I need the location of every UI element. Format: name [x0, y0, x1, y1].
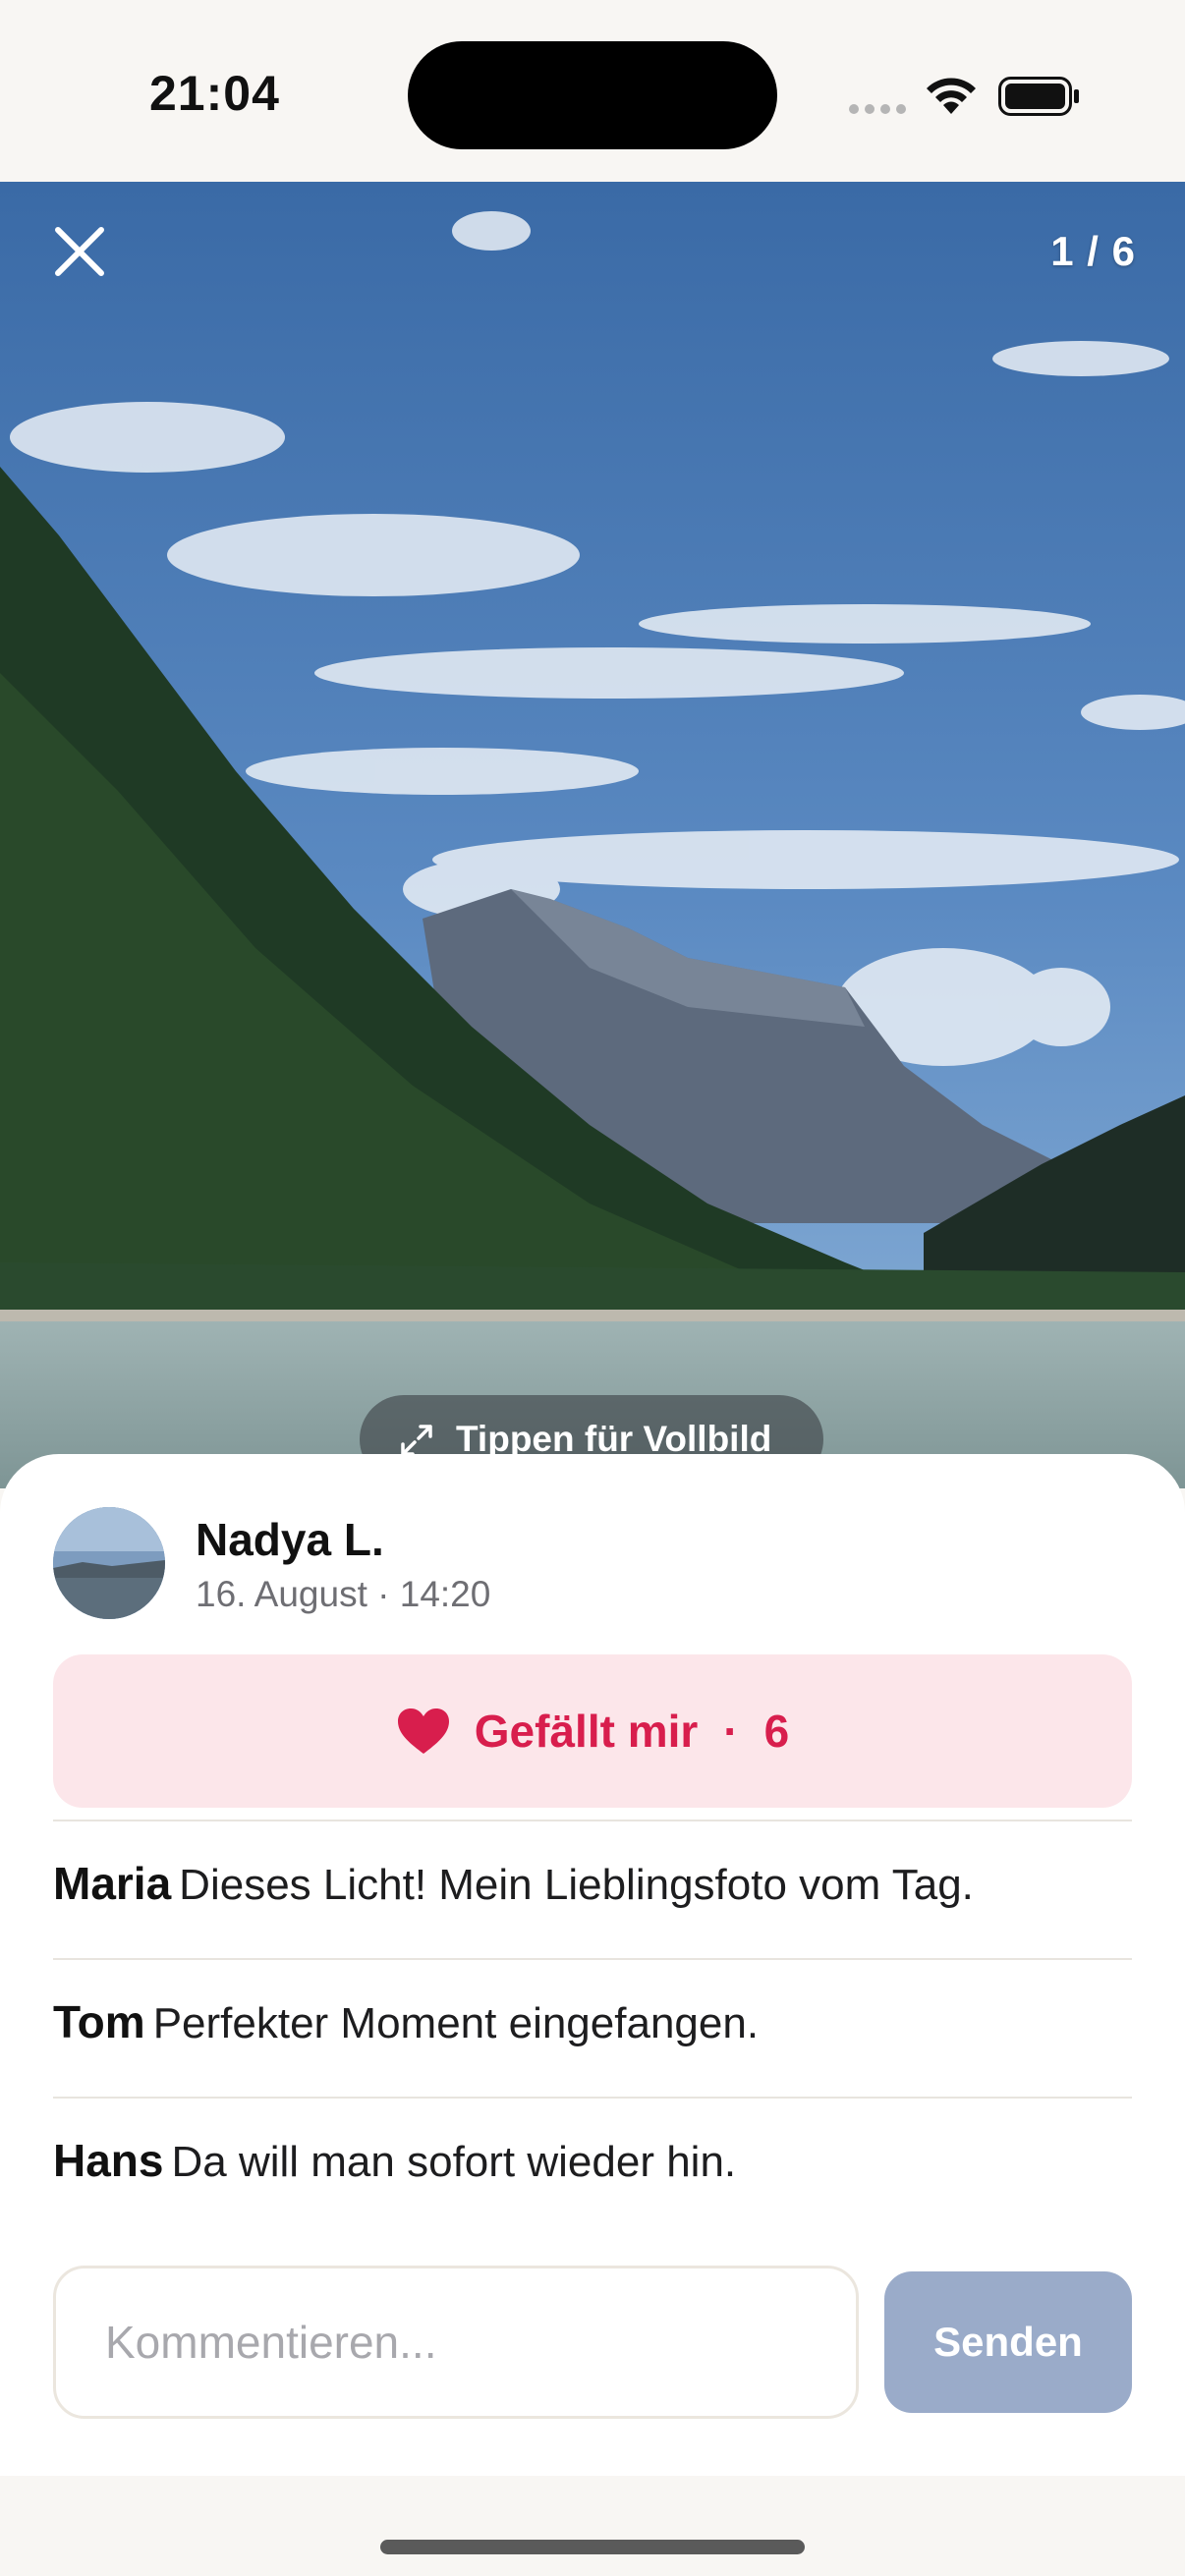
home-indicator[interactable] — [380, 2540, 805, 2554]
comment-item: Hans Da will man sofort wieder hin. — [53, 2097, 1132, 2235]
comment-composer: Senden — [53, 2266, 1132, 2419]
signal-icon — [849, 104, 908, 114]
wifi-icon — [927, 78, 976, 114]
comment-text: Da will man sofort wieder hin. — [171, 2138, 737, 2186]
landscape-photo — [0, 182, 1185, 1488]
comment-author[interactable]: Hans — [53, 2135, 163, 2186]
like-count: 6 — [763, 1706, 790, 1757]
like-separator: · — [723, 1706, 739, 1757]
heart-icon — [397, 1708, 449, 1754]
comment-input[interactable] — [53, 2266, 859, 2419]
home-indicator-area — [0, 2476, 1185, 2576]
comment-list: Maria Dieses Licht! Mein Lieblingsfoto vo… — [53, 1820, 1132, 2235]
photo-viewer[interactable] — [0, 182, 1185, 1488]
like-label: Gefällt mir — [474, 1706, 699, 1757]
author-name[interactable]: Nadya L. — [196, 1513, 384, 1566]
comment-text: Dieses Licht! Mein Lieblingsfoto vom Tag… — [179, 1861, 974, 1909]
comment-item: Tom Perfekter Moment eingefangen. — [53, 1958, 1132, 2097]
photo-counter: 1 / 6 — [1050, 228, 1136, 274]
post-details-sheet: Nadya L. 16. August · 14:20 Gefällt mir … — [0, 1454, 1185, 2476]
status-time: 21:04 — [149, 66, 280, 121]
post-timestamp: 16. August · 14:20 — [196, 1574, 491, 1614]
battery-icon — [998, 77, 1079, 116]
comment-item: Maria Dieses Licht! Mein Lieblingsfoto vo… — [53, 1820, 1132, 1958]
dynamic-island — [408, 41, 777, 149]
comment-author[interactable]: Tom — [53, 1996, 145, 2047]
comment-author[interactable]: Maria — [53, 1858, 171, 1909]
send-button[interactable]: Senden — [884, 2271, 1132, 2413]
close-icon[interactable] — [49, 221, 110, 282]
avatar[interactable] — [53, 1507, 165, 1619]
comment-text: Perfekter Moment eingefangen. — [152, 1999, 760, 2047]
status-bar: 21:04 — [0, 0, 1185, 182]
like-button[interactable]: Gefällt mir · 6 — [53, 1654, 1132, 1808]
avatar-image — [53, 1507, 165, 1619]
